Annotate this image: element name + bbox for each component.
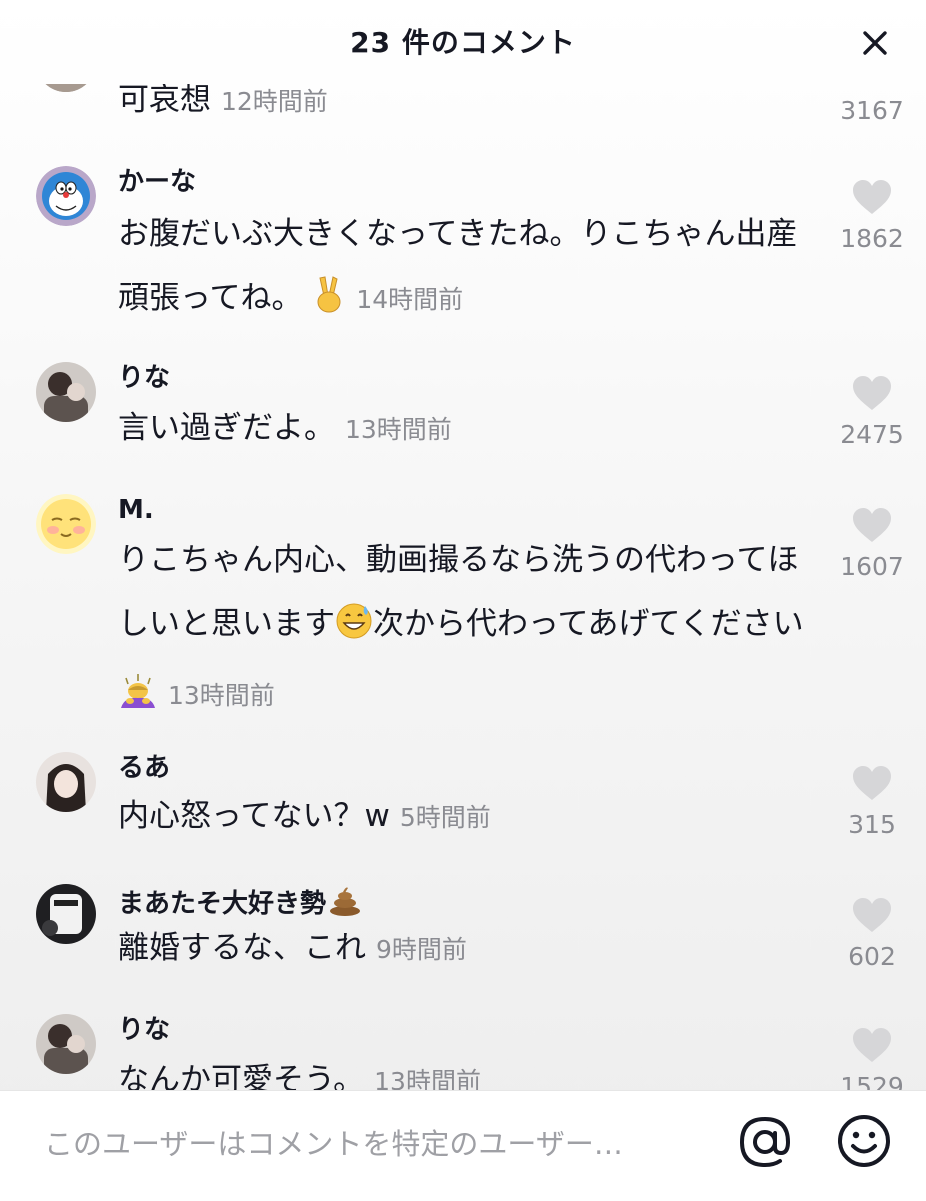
comment-time: 14時間前 <box>356 285 464 314</box>
comment-username[interactable]: M. <box>118 494 154 526</box>
comment-count-title: 23 件のコメント <box>350 26 576 59</box>
comment-time: 13時間前 <box>374 1067 481 1090</box>
comment-text: 離婚するな、これ 9時間前 <box>118 916 818 982</box>
like-count: 315 <box>848 810 896 839</box>
smiley-face-icon[interactable] <box>836 1113 892 1169</box>
comment-time: 13時間前 <box>345 415 452 444</box>
heart-icon <box>853 376 891 410</box>
comment-body: 離婚するな、これ <box>118 930 366 966</box>
comment-time: 5時間前 <box>399 803 491 832</box>
comment-text: なんか可愛そう。 13時間前 <box>118 1048 818 1090</box>
avatar[interactable] <box>36 494 96 554</box>
sun-face-avatar-icon <box>36 494 96 554</box>
comment-time: 9時間前 <box>376 935 467 964</box>
avatar[interactable] <box>36 884 96 944</box>
like-button[interactable]: 3167 <box>836 88 908 126</box>
comment-text: 言い過ぎだよ。 13時間前 <box>118 396 818 462</box>
heart-icon <box>853 1028 891 1062</box>
close-icon[interactable] <box>860 28 890 58</box>
comment-text: 可哀想 12時間前 <box>118 84 818 134</box>
username-text: まあたそ大好き勢 <box>118 889 327 919</box>
comment-list[interactable]: 可哀想 12時間前 3167 かーな お腹だいぶ大きくなってきたね。りこちゃん出産… <box>0 84 926 1090</box>
avatar[interactable] <box>36 362 96 422</box>
like-button[interactable]: 602 <box>836 896 908 972</box>
person-bowing-emoji <box>118 668 158 732</box>
avatar[interactable] <box>36 752 96 812</box>
comment-username[interactable]: りな <box>118 1014 170 1046</box>
like-button[interactable]: 1529 <box>836 1026 908 1090</box>
like-count: 1607 <box>840 552 904 581</box>
heart-icon <box>853 508 891 542</box>
comment-time: 12時間前 <box>221 87 328 116</box>
comment-username[interactable]: かーな <box>118 166 196 198</box>
like-count: 1529 <box>840 1072 904 1090</box>
grinning-sweat-emoji <box>335 598 373 662</box>
comment-input[interactable] <box>42 1121 726 1167</box>
like-count: 602 <box>848 942 896 971</box>
heart-icon <box>853 766 891 800</box>
heart-icon <box>853 180 891 214</box>
comment-input-bar <box>0 1090 926 1201</box>
victory-hand-emoji <box>312 272 346 336</box>
comments-header: 23 件のコメント <box>0 0 926 84</box>
heart-icon <box>853 898 891 932</box>
comment-username[interactable]: りな <box>118 362 170 394</box>
comment-time: 13時間前 <box>168 681 275 710</box>
comment-body: 可哀想 <box>118 84 211 118</box>
comment-text: 内心怒ってない？w 5時間前 <box>118 784 818 850</box>
comment-body: 内心怒ってない？w <box>118 798 390 834</box>
comment-username[interactable]: るあ <box>118 752 170 784</box>
comment-text: りこちゃん内心、動画撮るなら洗うの代わってほしいと思います 次から代わってあげて… <box>118 528 818 732</box>
like-button[interactable]: 1607 <box>836 506 908 582</box>
like-button[interactable]: 315 <box>836 764 908 840</box>
at-sign-icon[interactable] <box>736 1113 794 1171</box>
like-count: 3167 <box>840 96 904 125</box>
like-button[interactable]: 2475 <box>836 374 908 450</box>
avatar[interactable] <box>36 1014 96 1074</box>
comment-text: お腹だいぶ大きくなってきたね。りこちゃん出産頑張ってね。 14時間前 <box>118 202 818 336</box>
like-count: 1862 <box>840 224 904 253</box>
doraemon-avatar-icon <box>36 166 96 226</box>
comment-body-continued: 次から代わってあげてください <box>373 606 804 642</box>
comment-body: 言い過ぎだよ。 <box>118 410 335 446</box>
comment-body: なんか可愛そう。 <box>118 1062 365 1090</box>
avatar[interactable] <box>36 166 96 226</box>
avatar[interactable] <box>36 84 96 92</box>
like-count: 2475 <box>840 420 904 449</box>
like-button[interactable]: 1862 <box>836 178 908 254</box>
